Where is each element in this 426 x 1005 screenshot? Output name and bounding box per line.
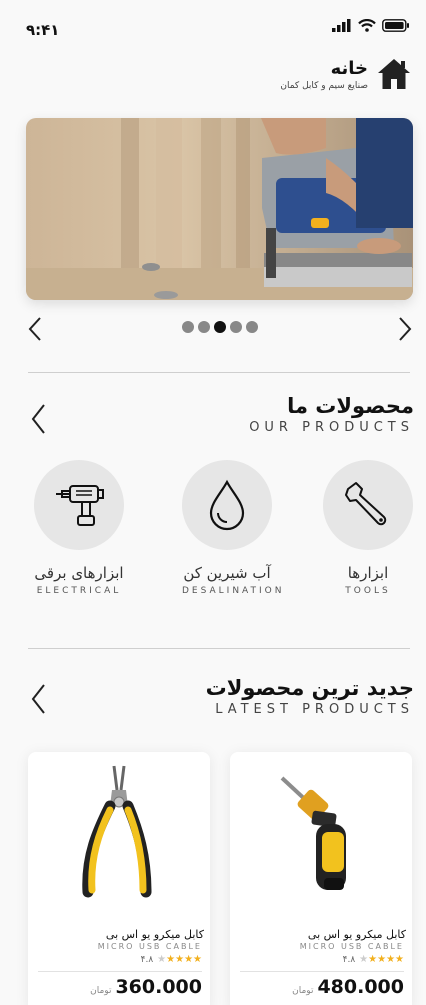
carousel-dot-active[interactable] xyxy=(214,321,226,333)
price-value: 360.000 xyxy=(115,976,202,998)
carousel-prev-arrow[interactable] xyxy=(26,316,44,342)
category-electrical[interactable]: ابزارهای برقی ELECTRICAL xyxy=(34,460,124,596)
category-circle xyxy=(182,460,272,550)
section-divider xyxy=(28,372,410,373)
section-divider xyxy=(28,648,410,649)
products-section-subtitle: OUR PRODUCTS xyxy=(249,420,414,435)
latest-section-subtitle: LATEST PRODUCTS xyxy=(215,702,414,717)
star-icon: ★★★★★ xyxy=(157,954,202,965)
hero-banner[interactable] xyxy=(26,118,413,300)
product-rating: ★★★★★ ۴.۸ xyxy=(343,954,404,965)
category-tools[interactable]: ابزارها TOOLS xyxy=(323,460,413,596)
rating-value: ۴.۸ xyxy=(140,954,154,965)
price-currency: تومان xyxy=(292,986,314,996)
category-label-en: DESALINATION xyxy=(182,586,285,596)
pliers-icon xyxy=(82,765,152,898)
product-name: کابل میکرو یو اس بی xyxy=(307,928,406,941)
status-icons xyxy=(332,19,410,32)
star-icon: ★★★★★ xyxy=(359,954,404,965)
carousel-dot[interactable] xyxy=(198,321,210,333)
carousel-dot[interactable] xyxy=(246,321,258,333)
product-name: کابل میکرو یو اس بی xyxy=(105,928,204,941)
carousel-dot[interactable] xyxy=(230,321,242,333)
card-divider xyxy=(240,971,404,972)
screwdriver-icon xyxy=(280,776,346,890)
category-label: ابزارهای برقی xyxy=(34,564,124,582)
product-card[interactable]: کابل میکرو یو اس بی MICRO USB CABLE ★★★★… xyxy=(28,752,210,1005)
latest-section-header: جدید ترین محصولات LATEST PRODUCTS xyxy=(206,676,414,717)
category-desalination[interactable]: آب شیرین کن DESALINATION xyxy=(182,460,285,596)
products-section-header: محصولات ما OUR PRODUCTS xyxy=(249,394,414,435)
power-drill-icon xyxy=(56,485,104,526)
carousel-dot[interactable] xyxy=(182,321,194,333)
water-drop-icon xyxy=(209,479,245,531)
latest-section-title: جدید ترین محصولات xyxy=(205,676,414,700)
wrench-icon xyxy=(345,482,387,526)
signal-icon xyxy=(332,19,351,32)
page-subtitle: صنایع سیم و کابل کمان xyxy=(280,80,368,91)
carousel-next-arrow[interactable] xyxy=(396,316,414,342)
product-price: 360.000 تومان xyxy=(90,976,202,998)
product-rating: ★★★★★ ۴.۸ xyxy=(141,954,202,965)
price-currency: تومان xyxy=(90,986,112,996)
jigsaw-photo xyxy=(26,118,413,300)
category-circle xyxy=(34,460,124,550)
category-label-en: ELECTRICAL xyxy=(36,586,122,596)
category-label: آب شیرین کن xyxy=(183,564,271,582)
product-name-en: MICRO USB CABLE xyxy=(299,942,404,951)
battery-icon xyxy=(382,19,409,32)
price-value: 480.000 xyxy=(317,976,404,998)
latest-see-all-arrow[interactable] xyxy=(28,683,48,715)
category-circle xyxy=(323,460,413,550)
wifi-icon xyxy=(358,19,376,32)
products-see-all-arrow[interactable] xyxy=(28,403,48,435)
product-name-en: MICRO USB CABLE xyxy=(97,942,202,951)
header-text: خانه صنایع سیم و کابل کمان xyxy=(280,58,368,91)
card-divider xyxy=(38,971,202,972)
status-bar: ۹:۴۱ xyxy=(0,0,426,56)
category-label-en: TOOLS xyxy=(345,586,391,596)
status-time: ۹:۴۱ xyxy=(26,21,60,39)
carousel-dots xyxy=(182,321,258,333)
product-price: 480.000 تومان xyxy=(292,976,404,998)
home-icon[interactable] xyxy=(376,56,412,92)
products-section-title: محصولات ما xyxy=(287,394,414,418)
app-header: خانه صنایع سیم و کابل کمان xyxy=(280,56,412,92)
category-label: ابزارها xyxy=(347,564,389,582)
product-card[interactable]: کابل میکرو یو اس بی MICRO USB CABLE ★★★★… xyxy=(230,752,412,1005)
page-title: خانه xyxy=(330,57,368,79)
rating-value: ۴.۸ xyxy=(342,954,356,965)
